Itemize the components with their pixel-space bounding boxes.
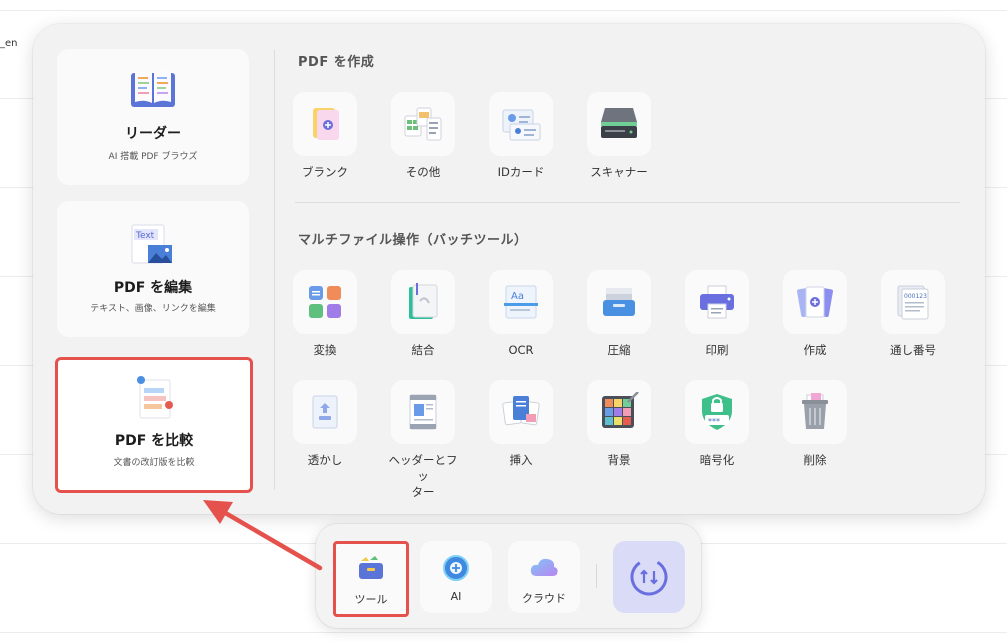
tool-insert-label: 挿入	[509, 453, 533, 467]
create-pdf-icon	[797, 286, 833, 318]
tool-encrypt[interactable]: *** 暗号化	[677, 380, 757, 468]
tool-other-label: その他	[405, 165, 441, 179]
compare-pdf-subtitle: 文書の改訂版を比較	[113, 458, 195, 468]
tool-delete-label: 削除	[803, 453, 827, 467]
dock-tools-button[interactable]: ツール	[333, 541, 409, 617]
tool-convert[interactable]: 変換	[285, 270, 365, 358]
dock-sync-button[interactable]	[613, 541, 685, 613]
tool-convert-label: 変換	[313, 343, 337, 357]
header-footer-label-line1: ヘッダーとフッ	[388, 453, 458, 483]
header-footer-label-line2: ター	[411, 485, 435, 499]
tool-id-card[interactable]: IDカード	[481, 92, 561, 180]
blank-page-icon	[313, 108, 339, 140]
encrypt-icon-text: ***	[708, 417, 720, 426]
edit-pdf-title: PDF を編集	[113, 280, 193, 296]
other-files-icon	[404, 107, 442, 141]
dock-cloud-label: クラウド	[522, 592, 566, 605]
reader-title: リーダー	[125, 126, 181, 142]
tool-scanner-label: スキャナー	[590, 165, 648, 179]
id-card-icon	[502, 109, 541, 141]
tool-bates-numbering[interactable]: 000123 通し番号	[873, 270, 953, 358]
tool-combine-label: 結合	[411, 343, 435, 357]
bg-filename-fragment: _en	[0, 38, 18, 49]
tool-ocr-label: OCR	[508, 343, 534, 357]
tool-compress-label: 圧縮	[607, 343, 631, 357]
encrypt-icon: ***	[702, 394, 732, 430]
create-pdf-section-title: PDF を作成	[298, 55, 375, 70]
watermark-icon	[312, 395, 338, 429]
bg-row-divider	[0, 632, 1007, 633]
compress-icon	[603, 288, 635, 316]
edit-text-icon: Text	[128, 221, 178, 271]
tool-other[interactable]: その他	[383, 92, 463, 180]
tool-blank-label: ブランク	[302, 165, 348, 179]
numbering-icon: 000123	[897, 285, 929, 320]
tool-create[interactable]: 作成	[775, 270, 855, 358]
tool-id-card-label: IDカード	[497, 165, 545, 179]
trash-icon	[802, 393, 828, 429]
dock-tools-label: ツール	[354, 593, 388, 606]
tool-blank[interactable]: ブランク	[285, 92, 365, 180]
edit-pdf-subtitle: テキスト、画像、リンクを編集	[90, 304, 216, 314]
convert-icon	[309, 286, 341, 318]
combine-icon	[409, 283, 438, 319]
tool-scanner[interactable]: スキャナー	[579, 92, 659, 180]
compare-pdf-card[interactable]: PDF を比較 文書の改訂版を比較	[55, 357, 253, 493]
tool-header-footer[interactable]: ヘッダーとフッ ター	[383, 380, 463, 500]
tool-ocr[interactable]: Aa OCR	[481, 270, 561, 358]
numbering-icon-text: 000123	[904, 293, 927, 300]
ocr-icon: Aa	[504, 285, 538, 319]
tool-delete[interactable]: 削除	[775, 380, 855, 468]
tool-background-label: 背景	[607, 453, 631, 467]
tool-print-label: 印刷	[705, 343, 729, 357]
sync-icon	[630, 558, 668, 596]
tool-watermark[interactable]: 透かし	[285, 380, 365, 468]
printer-icon	[700, 285, 734, 319]
reader-card[interactable]: リーダー AI 搭載 PDF ブラウズ	[57, 49, 249, 185]
tool-background[interactable]: 背景	[579, 380, 659, 468]
header-footer-icon	[409, 394, 437, 430]
tool-encrypt-label: 暗号化	[699, 453, 735, 467]
reader-subtitle: AI 搭載 PDF ブラウズ	[108, 152, 198, 162]
tool-combine[interactable]: 結合	[383, 270, 463, 358]
tool-watermark-label: 透かし	[307, 453, 343, 467]
dock-ai-button[interactable]: AI	[420, 541, 492, 613]
book-icon	[128, 67, 178, 115]
edit-pdf-card[interactable]: Text PDF を編集 テキスト、画像、リンクを編集	[57, 201, 249, 337]
ocr-icon-text: Aa	[511, 291, 524, 302]
toolbox-icon	[357, 555, 385, 585]
insert-page-icon	[502, 396, 540, 426]
ai-assistant-icon	[442, 554, 470, 586]
batch-section-title: マルチファイル操作（バッチツール）	[298, 233, 528, 248]
bg-row-divider	[0, 10, 1007, 11]
tool-header-footer-label: ヘッダーとフッ ター	[383, 452, 463, 500]
compare-icon	[132, 374, 176, 426]
dock-cloud-button[interactable]: クラウド	[508, 541, 580, 613]
tool-create-label: 作成	[803, 343, 827, 357]
tools-panel: リーダー AI 搭載 PDF ブラウズ Text PDF を編集 テキスト、画像…	[33, 24, 985, 514]
panel-divider	[274, 50, 275, 490]
section-divider	[295, 202, 960, 203]
cloud-icon	[529, 556, 559, 582]
scanner-icon	[601, 108, 637, 138]
tool-bates-numbering-label: 通し番号	[890, 343, 936, 357]
tool-print[interactable]: 印刷	[677, 270, 757, 358]
tool-insert[interactable]: 挿入	[481, 380, 561, 468]
background-icon	[602, 392, 639, 428]
compare-pdf-title: PDF を比較	[114, 433, 194, 449]
dock-ai-label: AI	[450, 590, 462, 603]
bottom-dock: ツール AI クラウド	[316, 524, 701, 628]
dock-separator	[596, 564, 597, 588]
edit-icon-text: Text	[135, 231, 155, 241]
tool-compress[interactable]: 圧縮	[579, 270, 659, 358]
